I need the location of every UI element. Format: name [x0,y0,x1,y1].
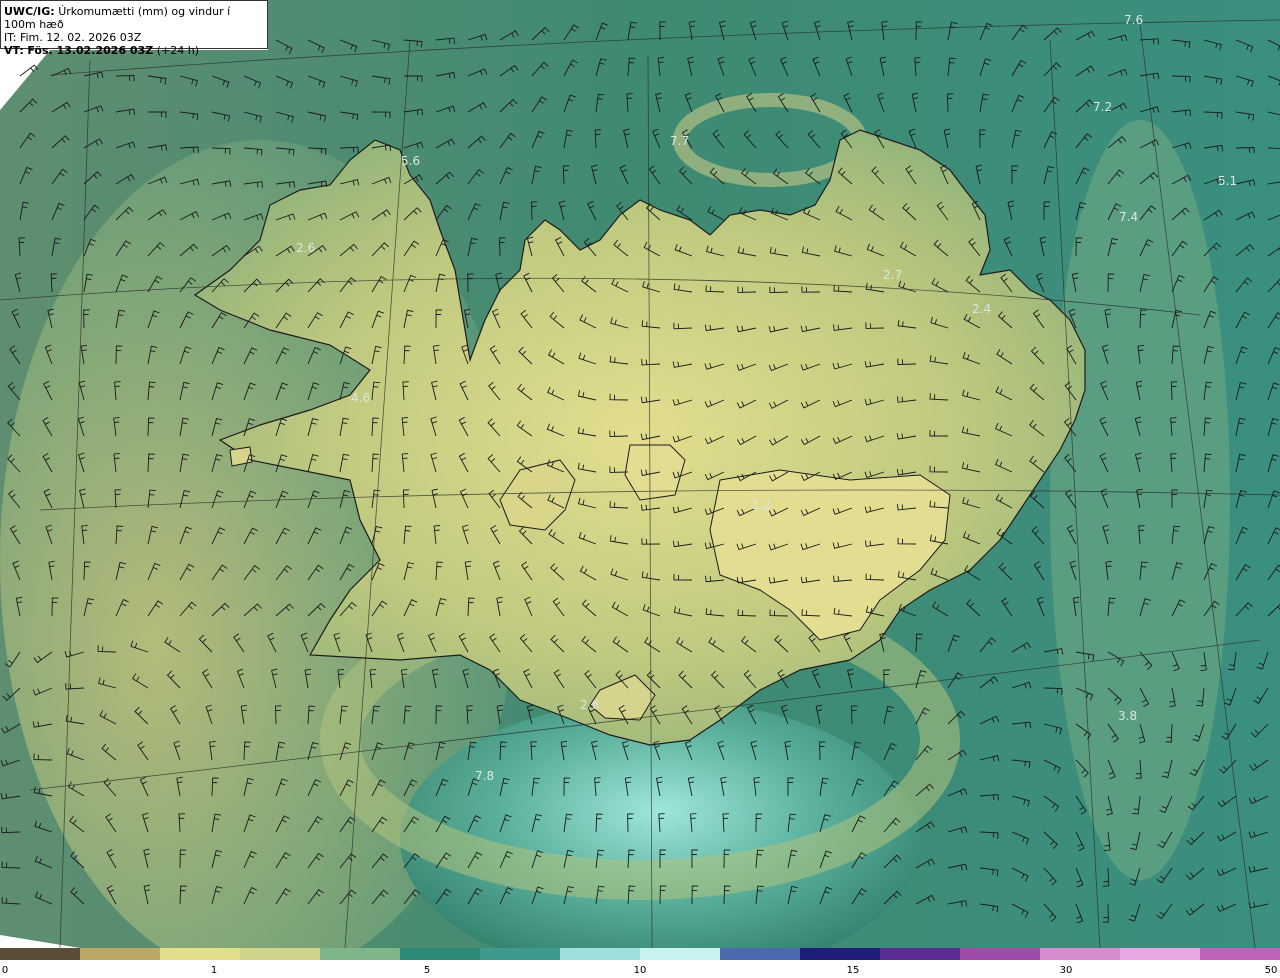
value-label: 2.6 [296,241,315,255]
value-label: 7.4 [1119,210,1138,224]
valid-time-prefix: VT: [4,44,24,57]
valid-time: Fös. 13.02.2026 03Z [27,44,154,57]
colorbar-segment [160,948,241,960]
colorbar-segment [880,948,961,960]
colorbar-segment [0,948,81,960]
value-label: 2.6 [580,698,599,712]
colorbar-tick: 30 [1059,965,1073,976]
value-label: 5.1 [1218,174,1237,188]
colorbar-segment [240,948,321,960]
precipitation-wind-map: 7.6 7.2 7.7 5.6 5.1 7.4 2.6 2.7 2.4 4.6 … [0,0,1280,978]
initial-time: IT: Fim. 12. 02. 2026 03Z [4,31,142,44]
colorbar-tick: 1 [210,965,218,976]
colorbar-segment [560,948,641,960]
colorbar-tick: 50 [1264,965,1278,976]
value-label: 7.7 [670,134,689,148]
colorbar-tick: 15 [846,965,860,976]
colorbar-segment [320,948,401,960]
valid-time-line: VT: Fös. 13.02.2026 03Z (+24 h) [4,44,264,57]
forecast-step: (+24 h) [156,44,199,57]
colorbar-segment [1040,948,1121,960]
colorbar-segment [720,948,801,960]
value-label: 7.2 [1093,100,1112,114]
colorbar-segment [1120,948,1201,960]
value-label: 3.8 [1118,709,1137,723]
colorbar-segment [800,948,881,960]
value-label: 4.6 [351,391,370,405]
colorbar-tick: 5 [423,965,431,976]
value-label: 7.8 [475,769,494,783]
header-title-line: UWC/IG: Úrkomumætti (mm) og vindur í 100… [4,5,264,31]
colorbar-segment [400,948,481,960]
colorbar-segment [480,948,561,960]
value-label: 1.2 [752,498,771,512]
colorbar-segment [640,948,721,960]
value-label: 7.6 [1124,13,1143,27]
colorbar-tick: 10 [633,965,647,976]
map-header: UWC/IG: Úrkomumætti (mm) og vindur í 100… [0,0,268,57]
value-label: 5.6 [401,154,420,168]
value-label: 2.7 [883,268,902,282]
colorbar-segment [960,948,1041,960]
model-name: UWC/IG: [4,5,55,18]
value-label: 2.4 [972,302,991,316]
colorbar-tick: 0 [1,965,9,976]
colorbar-segment [1200,948,1280,960]
colorbar-segment [80,948,161,960]
